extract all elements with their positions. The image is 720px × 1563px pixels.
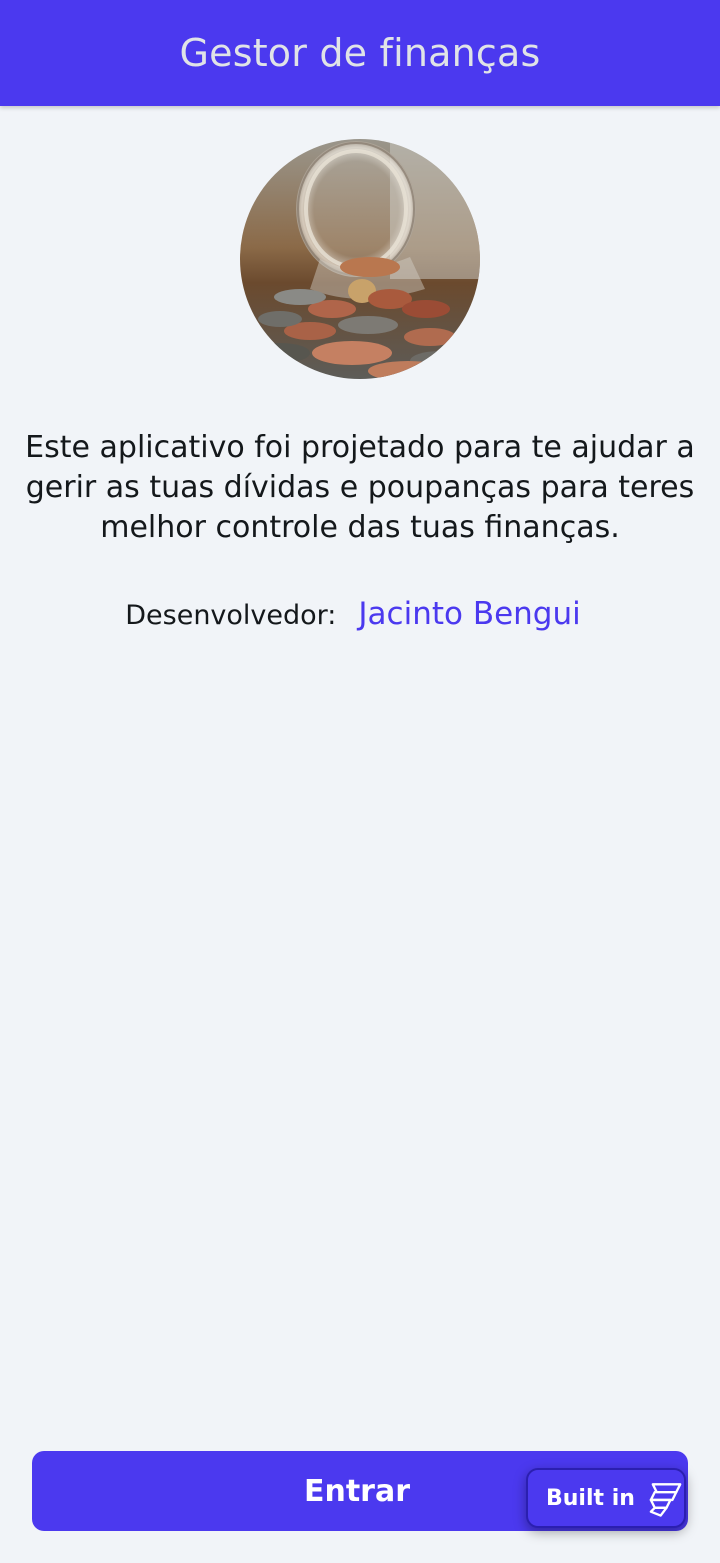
- developer-label: Desenvolvedor:: [125, 600, 337, 631]
- app-bar: Gestor de finanças: [0, 0, 720, 106]
- developer-name: Jacinto Bengui: [358, 596, 581, 632]
- coin-jar-image: [240, 139, 480, 379]
- app-title: Gestor de finanças: [179, 31, 541, 75]
- built-in-label: Built in: [546, 1485, 635, 1511]
- built-in-badge[interactable]: Built in: [526, 1468, 686, 1528]
- flutterflow-logo-icon: [649, 1483, 682, 1517]
- app-description: Este aplicativo foi projetado para te aj…: [25, 430, 695, 545]
- developer-row: Desenvolvedor: Jacinto Bengui: [0, 596, 720, 632]
- coin-jar-photo-icon: [240, 139, 480, 379]
